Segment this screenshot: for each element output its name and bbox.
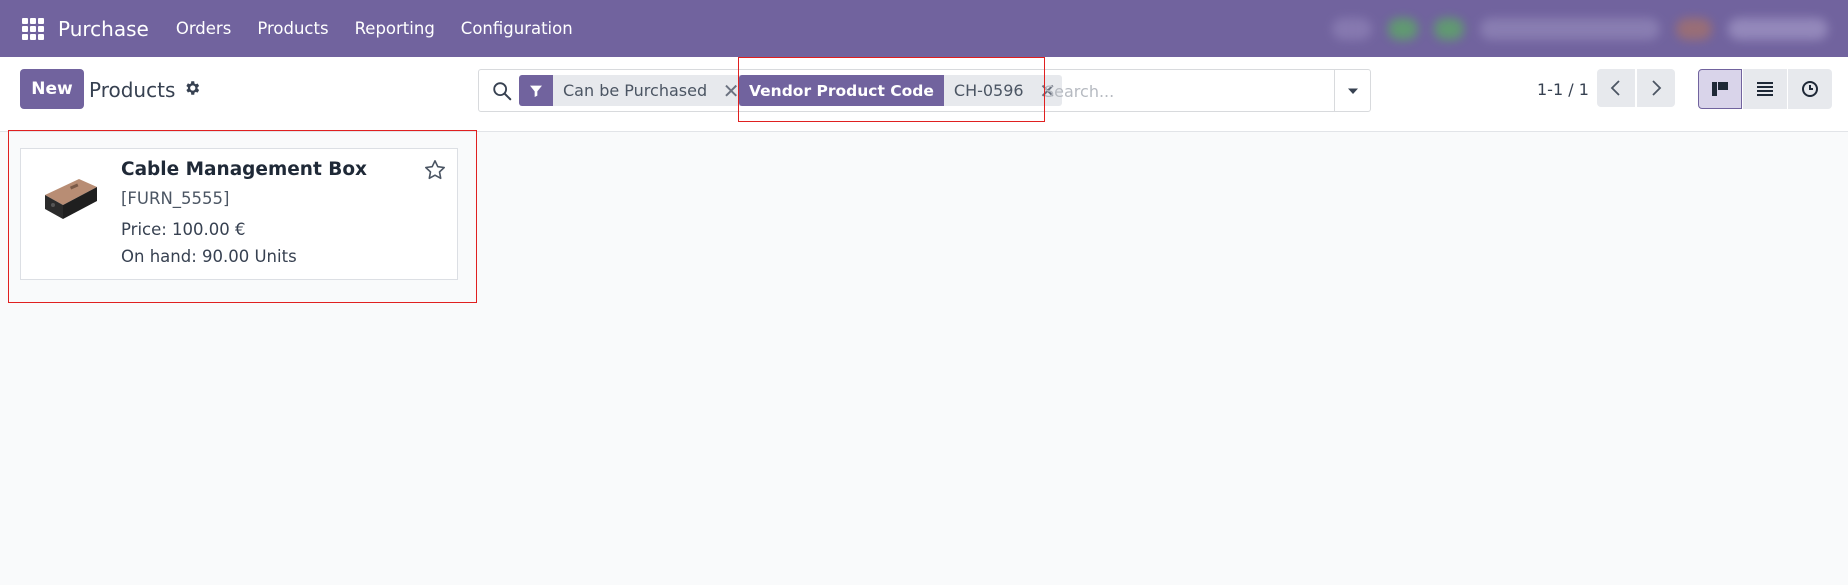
pager-previous-button[interactable] [1597,69,1635,107]
facet-value: Can be Purchased [553,75,718,106]
search-input[interactable] [1044,77,1311,105]
pager-next-button[interactable] [1637,69,1675,107]
pager-value[interactable]: 1-1 / 1 [1537,80,1589,99]
search-options-toggle[interactable] [1334,70,1370,111]
menu-configuration[interactable]: Configuration [461,19,573,38]
gear-icon[interactable] [183,79,201,97]
app-name[interactable]: Purchase [58,17,149,41]
kanban-icon [1712,82,1728,96]
filter-icon [519,75,553,106]
view-kanban-button[interactable] [1698,69,1742,109]
page-title: Products [89,78,176,102]
filter-facet-can-be-purchased: Can be Purchased ✕ [519,75,746,106]
systray-blurred [1268,10,1828,48]
chevron-right-icon [1652,80,1662,96]
menu-products[interactable]: Products [257,19,328,38]
clock-icon [1802,81,1818,97]
chevron-left-icon [1610,80,1620,96]
top-navbar: Purchase Orders Products Reporting Confi… [0,0,1848,57]
caret-down-icon [1347,88,1358,94]
search-icon [493,82,512,101]
highlight-box-vendor-code [738,57,1045,122]
highlight-box-product-card [8,130,477,303]
apps-menu-icon[interactable] [22,17,44,40]
menu-orders[interactable]: Orders [176,19,232,38]
menu-reporting[interactable]: Reporting [355,19,435,38]
view-list-button[interactable] [1743,69,1787,109]
new-button[interactable]: New [20,69,84,109]
view-activity-button[interactable] [1788,69,1832,109]
list-icon [1757,82,1773,96]
